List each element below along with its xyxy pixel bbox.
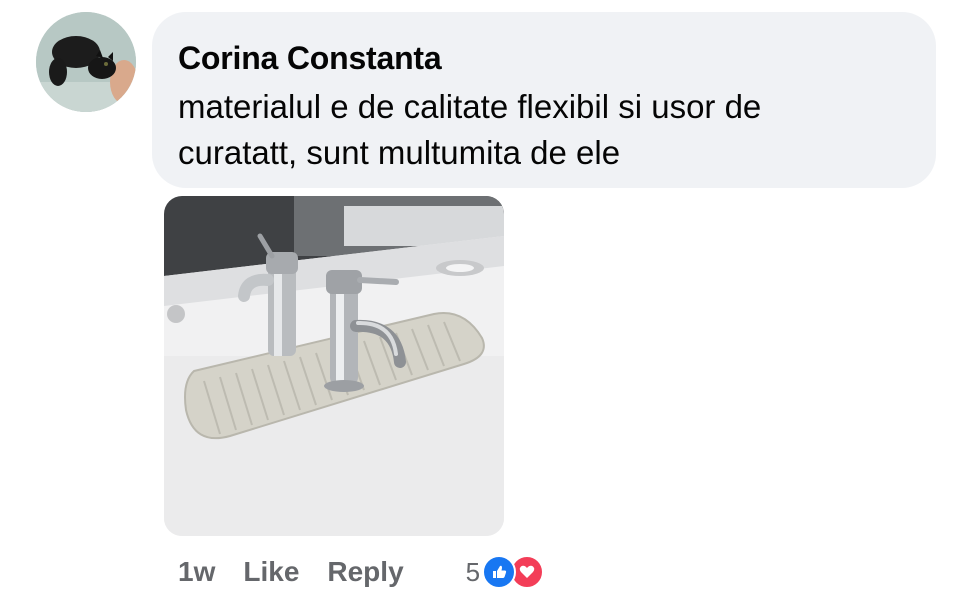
reply-button[interactable]: Reply <box>327 556 403 588</box>
comment-bubble: Corina Constanta materialul e de calitat… <box>152 12 936 188</box>
reaction-count: 5 <box>465 556 481 587</box>
comment-container: Corina Constanta materialul e de calitat… <box>0 0 954 600</box>
avatar[interactable] <box>36 12 136 112</box>
comment-timestamp[interactable]: 1w <box>178 556 215 588</box>
like-icon <box>482 555 517 589</box>
comment-attached-photo[interactable] <box>164 196 504 536</box>
sink-mat-photo <box>164 196 504 536</box>
like-button[interactable]: Like <box>243 556 299 588</box>
comment-author[interactable]: Corina Constanta <box>178 38 910 78</box>
reactions-summary[interactable]: 5 <box>465 555 545 589</box>
comment-text: materialul e de calitate flexibil si uso… <box>178 88 762 171</box>
comment-actions: 1w Like Reply 5 <box>178 552 545 592</box>
avatar-cat-image <box>36 12 136 112</box>
